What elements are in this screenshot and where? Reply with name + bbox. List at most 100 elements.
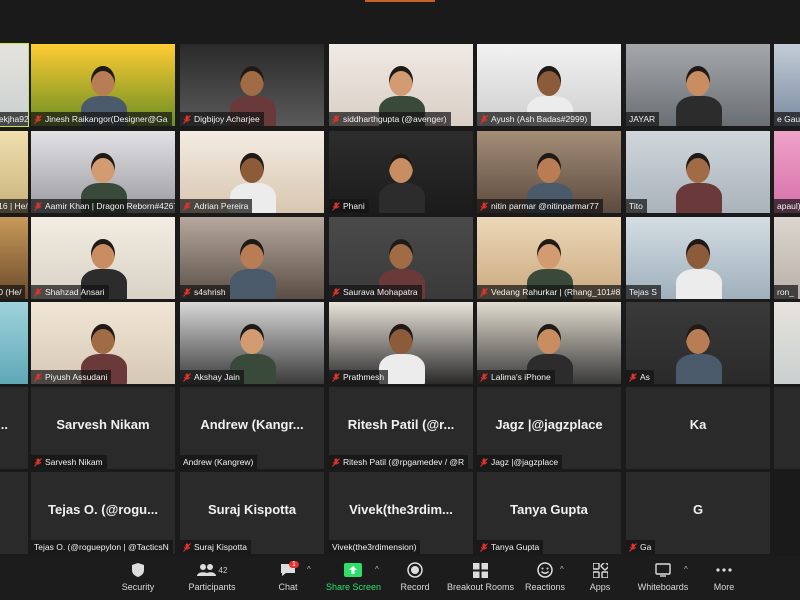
muted-mic-icon bbox=[34, 457, 42, 467]
participant-video-tile[interactable]: Rudrac(venkatesh) bbox=[0, 302, 28, 384]
participant-video-tile[interactable]: Jinesh Raikangor(Designer@Ga bbox=[31, 44, 175, 126]
participant-video-tile[interactable]: As bbox=[626, 302, 770, 384]
participant-video-tile[interactable]: siddharthgupta (@avenger) bbox=[329, 44, 473, 126]
apps-button[interactable]: Apps bbox=[583, 560, 617, 598]
participant-tile-no-video[interactable]: Ritesh Patil (@r... Ritesh Patil (@rpgame… bbox=[329, 387, 473, 469]
participant-video-tile[interactable] bbox=[774, 302, 800, 384]
participant-name-text: As bbox=[640, 372, 650, 382]
participants-label: Participants bbox=[188, 582, 236, 592]
participant-video-tile[interactable]: Ujwal Kumar (Xankill3r#2816 | He/ bbox=[0, 131, 28, 213]
participant-tile-no-video[interactable]: Tanya Gupta Tanya Gupta bbox=[477, 472, 621, 554]
participant-video-tile[interactable]: Digbijoy Acharjee bbox=[180, 44, 324, 126]
participant-tile-no-video[interactable]: ... bbox=[774, 387, 800, 469]
participant-display-name: ... bbox=[774, 417, 800, 432]
participant-video-tile[interactable]: Aamir Khan | Dragon Reborn#4267 bbox=[31, 131, 175, 213]
share-screen-button[interactable]: Share Screen bbox=[326, 560, 382, 598]
participant-tile-no-video[interactable]: Tejas O. (@rogu... Tejas O. (@roguepylon … bbox=[31, 472, 175, 554]
participant-video-tile[interactable]: apaul) bbox=[774, 131, 800, 213]
chat-button[interactable]: 1 Chat bbox=[272, 560, 304, 598]
participant-video-tile[interactable]: Shahzad Ansari bbox=[31, 217, 175, 299]
muted-mic-icon bbox=[332, 457, 340, 467]
shield-icon bbox=[118, 560, 158, 580]
breakout-rooms-label: Breakout Rooms bbox=[447, 582, 515, 592]
participant-video-tile[interactable]: Piyush Assudani bbox=[31, 302, 175, 384]
participant-video-tile[interactable]: Prathmesh bbox=[329, 302, 473, 384]
muted-mic-icon bbox=[34, 287, 42, 297]
participant-video-tile[interactable]: JAYAR bbox=[626, 44, 770, 126]
more-button[interactable]: More bbox=[708, 560, 740, 598]
participant-video-tile[interactable]: e Gaul bbox=[774, 44, 800, 126]
participant-video-tile[interactable]: Vivek Jha | @ninjha | @vivekjha92 bbox=[0, 43, 29, 127]
participant-video-tile[interactable]: Tejas S bbox=[626, 217, 770, 299]
participant-video-tile[interactable]: Lalima's iPhone bbox=[477, 302, 621, 384]
participant-video-tile[interactable]: nitin parmar @nitinparmar77 bbox=[477, 131, 621, 213]
participant-name-text: nitin parmar @nitinparmar77 bbox=[491, 201, 599, 211]
participant-video-tile[interactable]: Vedang Rahurkar | (Rhang_101#8 bbox=[477, 217, 621, 299]
participant-display-name: Jagz |@jagzplace bbox=[495, 417, 603, 432]
participant-video-tile[interactable]: Rohan Jaiswal @RohanJ30 (He/ bbox=[0, 217, 28, 299]
participant-name-text: Tejas O. (@roguepylon | @TacticsN bbox=[34, 542, 169, 552]
participant-tile-no-video[interactable]: Sarvesh Nikam Sarvesh Nikam bbox=[31, 387, 175, 469]
participant-name-text: Rohan Jaiswal @RohanJ30 (He/ bbox=[0, 287, 22, 297]
participant-name-label: Tejas S bbox=[626, 285, 661, 299]
participants-icon: 42 bbox=[185, 560, 239, 580]
participant-display-name: Sarvesh Nikam bbox=[56, 417, 150, 432]
record-button[interactable]: Record bbox=[397, 560, 433, 598]
participant-name-label: Vivek(the3rdimension) bbox=[329, 540, 421, 554]
participant-tile-no-video[interactable]: Jagz |@jagzplace Jagz |@jagzplace bbox=[477, 387, 621, 469]
security-button[interactable]: Security bbox=[118, 560, 158, 598]
participant-name-label: s4shrish bbox=[180, 285, 230, 299]
person-face bbox=[389, 239, 413, 269]
participant-tile-no-video[interactable]: VISHWAS H JVISHWAS H J bbox=[0, 472, 28, 554]
participant-tile-no-video[interactable]: Vivek(the3rdim... Vivek(the3rdimension) bbox=[329, 472, 473, 554]
share-screen-label: Share Screen bbox=[326, 582, 382, 592]
participant-tile-no-video[interactable]: Ka bbox=[626, 387, 770, 469]
participants-button[interactable]: 42 Participants bbox=[185, 560, 239, 598]
participant-video-tile[interactable]: Tito bbox=[626, 131, 770, 213]
video-feed bbox=[626, 131, 770, 213]
participant-name-label: e Gaul bbox=[774, 112, 800, 126]
participant-name-label: Andrew (Kangrew) bbox=[180, 455, 258, 469]
whiteboards-chevron-up-icon[interactable]: ^ bbox=[684, 565, 688, 574]
participant-name-text: Lalima's iPhone bbox=[491, 372, 551, 382]
participant-name-label: Aamir Khan | Dragon Reborn#4267 bbox=[31, 199, 175, 213]
muted-mic-icon bbox=[34, 372, 42, 382]
participant-name-text: Ga bbox=[640, 542, 652, 552]
person-face bbox=[91, 239, 115, 269]
participant-name-text: Ujwal Kumar (Xankill3r#2816 | He/ bbox=[0, 201, 28, 211]
participant-tile-no-video[interactable]: Andrew (Kangr... Andrew (Kangrew) bbox=[180, 387, 324, 469]
participant-video-tile[interactable]: Ayush (Ash Badas#2999) bbox=[477, 44, 621, 126]
participant-name-text: Saurava Mohapatra bbox=[343, 287, 418, 297]
chat-chevron-up-icon[interactable]: ^ bbox=[307, 565, 311, 574]
participant-video-tile[interactable]: Akshay Jain bbox=[180, 302, 324, 384]
participant-tile-no-video[interactable]: Ajay (ajargrey#...Ajay (ajargrey#4173) bbox=[0, 387, 28, 469]
person-face bbox=[91, 324, 115, 354]
reactions-label: Reactions bbox=[524, 582, 566, 592]
participant-name-label: Jinesh Raikangor(Designer@Ga bbox=[31, 112, 172, 126]
participant-name-text: Piyush Assudani bbox=[45, 372, 108, 382]
participant-video-tile[interactable]: ron_ bbox=[774, 217, 800, 299]
participant-name-text: s4shrish bbox=[194, 287, 226, 297]
chat-icon bbox=[272, 560, 304, 580]
share-chevron-up-icon[interactable]: ^ bbox=[375, 565, 379, 574]
reactions-chevron-up-icon[interactable]: ^ bbox=[560, 565, 564, 574]
participant-name-text: e Gaul bbox=[777, 114, 800, 124]
muted-mic-icon bbox=[183, 114, 191, 124]
participant-name-label: Prathmesh bbox=[329, 370, 389, 384]
participant-name-label: Tanya Gupta bbox=[477, 540, 544, 554]
participant-video-tile[interactable]: Saurava Mohapatra bbox=[329, 217, 473, 299]
whiteboards-button[interactable]: Whiteboards bbox=[635, 560, 691, 598]
participant-video-tile[interactable]: Phani bbox=[329, 131, 473, 213]
record-icon bbox=[397, 560, 433, 580]
person-face bbox=[389, 66, 413, 96]
participant-name-text: Andrew (Kangrew) bbox=[183, 457, 254, 467]
participant-video-tile[interactable]: Adrian Pereira bbox=[180, 131, 324, 213]
participant-tile-no-video[interactable]: G Ga bbox=[626, 472, 770, 554]
person-silhouette bbox=[230, 269, 276, 299]
person-face bbox=[240, 66, 264, 96]
breakout-rooms-button[interactable]: Breakout Rooms bbox=[447, 560, 515, 598]
participant-video-tile[interactable]: s4shrish bbox=[180, 217, 324, 299]
apps-icon bbox=[583, 560, 617, 580]
participant-tile-no-video[interactable]: Suraj Kispotta Suraj Kispotta bbox=[180, 472, 324, 554]
muted-mic-icon bbox=[480, 114, 488, 124]
